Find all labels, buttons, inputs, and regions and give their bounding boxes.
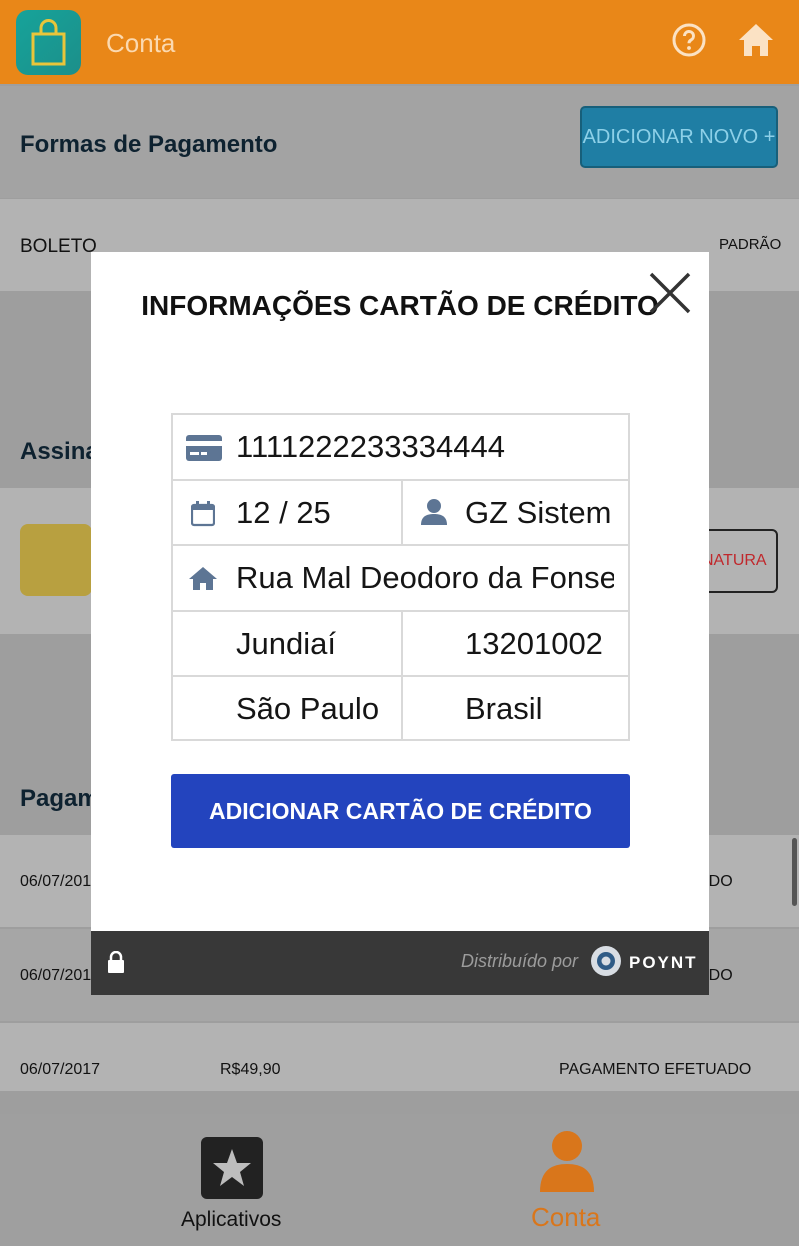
star-icon[interactable]: [201, 1137, 263, 1199]
payment-row[interactable]: [0, 1023, 799, 1091]
credit-card-icon: [186, 435, 222, 466]
expiry-input[interactable]: [236, 481, 396, 545]
user-icon: [421, 499, 447, 530]
subscription-button-label: NATURA: [702, 552, 767, 569]
payment-method-name: BOLETO: [20, 236, 97, 257]
payments-title: Pagam: [20, 785, 99, 812]
holder-name-input[interactable]: [465, 481, 620, 545]
person-icon[interactable]: [538, 1130, 596, 1192]
subscription-thumbnail: [20, 524, 92, 596]
country-input[interactable]: [465, 677, 620, 741]
cell-divider: [401, 677, 403, 739]
help-icon[interactable]: [672, 23, 706, 57]
subscription-button[interactable]: NATURA: [700, 529, 778, 593]
zip-input[interactable]: [465, 612, 620, 676]
credit-card-modal: INFORMAÇÕES CARTÃO DE CRÉDITO 1111222233…: [91, 252, 709, 995]
card-number-input[interactable]: [236, 415, 621, 479]
default-badge: PADRÃO: [719, 236, 782, 253]
modal-title: INFORMAÇÕES CARTÃO DE CRÉDITO: [141, 290, 659, 321]
payment-status: PAGAMENTO EFETUADO: [559, 1061, 752, 1078]
card-number-cell: [173, 415, 628, 481]
expiry-holder-row: [173, 481, 628, 546]
add-new-payment-button[interactable]: ADICIONAR NOVO +: [580, 106, 778, 168]
nav-apps-label[interactable]: Aplicativos: [181, 1208, 281, 1232]
calendar-icon: [190, 501, 216, 532]
address-input[interactable]: [236, 546, 614, 610]
home-icon: [188, 566, 218, 595]
add-credit-card-button[interactable]: ADICIONAR CARTÃO DE CRÉDITO: [171, 774, 630, 848]
payment-amount: R$49,90: [220, 1061, 281, 1078]
subscriptions-title: Assina: [20, 438, 99, 465]
cell-divider: [401, 612, 403, 677]
card-form: [171, 413, 630, 741]
payment-date: 06/07/2017: [20, 1061, 101, 1078]
scrollbar[interactable]: [792, 838, 797, 906]
nav-conta-label[interactable]: Conta: [531, 1202, 600, 1233]
address-cell: [173, 546, 628, 612]
close-icon[interactable]: [648, 271, 692, 315]
payment-date: 06/07/201: [20, 873, 92, 890]
home-icon[interactable]: [737, 22, 775, 58]
page-title: Conta: [106, 28, 176, 58]
payment-date: 06/07/201: [20, 967, 92, 984]
bottom-navigation: [0, 1114, 799, 1246]
state-input[interactable]: [236, 677, 396, 741]
state-country-row: [173, 677, 628, 741]
lock-icon: [107, 950, 125, 978]
app-logo-icon[interactable]: [16, 10, 81, 75]
city-input[interactable]: [236, 612, 396, 676]
cell-divider: [401, 481, 403, 546]
payment-methods-title: Formas de Pagamento: [20, 131, 278, 158]
poynt-logo-icon: [590, 945, 622, 977]
city-zip-row: [173, 612, 628, 677]
distributed-by-label: Distribuído por: [461, 951, 579, 971]
modal-footer: Distribuído por POYNT: [91, 931, 709, 995]
poynt-brand: POYNT: [629, 953, 698, 972]
